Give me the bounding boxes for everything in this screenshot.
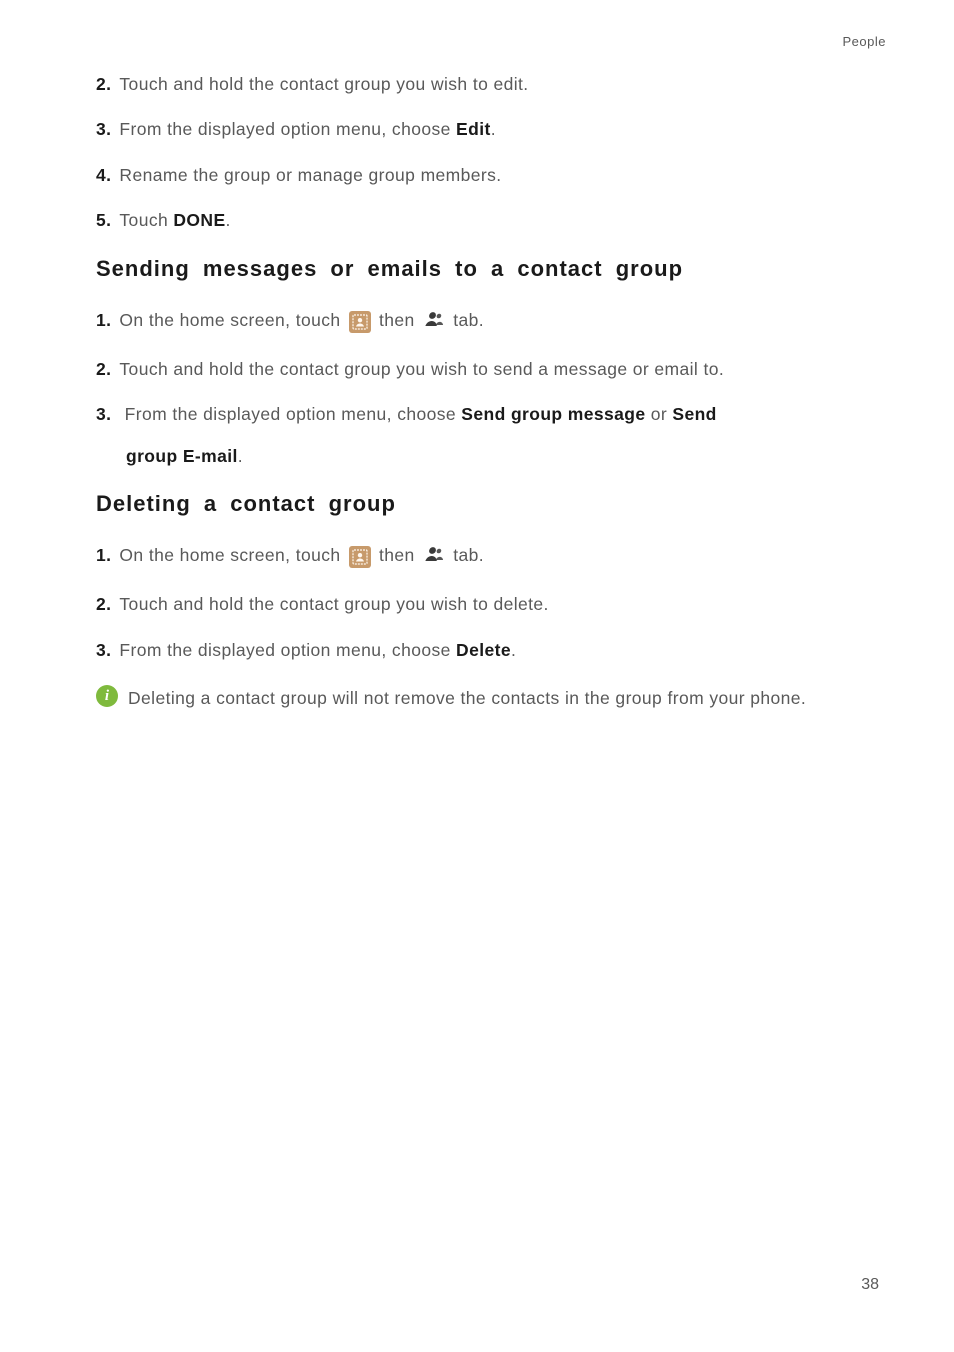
page-content: 2. Touch and hold the contact group you … — [96, 36, 875, 714]
step-number: 4. — [96, 163, 111, 188]
step-number: 2. — [96, 72, 111, 97]
step-mid: then — [379, 545, 420, 565]
step-text-line2: group E-mail. — [96, 444, 875, 469]
contact-group-icon — [421, 308, 447, 337]
step-number: 2. — [96, 592, 111, 617]
step-bold: Edit — [456, 119, 491, 139]
step-number: 1. — [96, 543, 111, 568]
step-number: 3. — [96, 404, 111, 424]
step-post: tab. — [453, 310, 484, 330]
step-post: . — [226, 210, 231, 230]
step-number: 5. — [96, 208, 111, 233]
step-bold: Delete — [456, 640, 511, 660]
list-item: 5. Touch DONE. — [96, 208, 875, 233]
step-post: tab. — [453, 545, 484, 565]
step-pre: Touch — [119, 210, 173, 230]
step-bold: Send group message — [461, 404, 645, 424]
list-item: 2. Touch and hold the contact group you … — [96, 357, 875, 382]
info-icon: i — [96, 685, 118, 707]
step-text: On the home screen, touch then tab. — [119, 308, 484, 337]
list-item: 3. From the displayed option menu, choos… — [96, 638, 875, 663]
section-heading: Sending messages or emails to a contact … — [96, 256, 875, 282]
step-post: . — [511, 640, 516, 660]
step-text: From the displayed option menu, choose D… — [119, 638, 516, 663]
step-bold: DONE — [173, 210, 225, 230]
list-item: 3. From the displayed option menu, choos… — [96, 117, 875, 142]
step-number: 3. — [96, 117, 111, 142]
step-pre: On the home screen, touch — [119, 545, 345, 565]
list-item: 2. Touch and hold the contact group you … — [96, 592, 875, 617]
list-item: 1. On the home screen, touch then tab. — [96, 308, 875, 337]
step-pre: From the displayed option menu, choose — [119, 119, 456, 139]
step-bold: group E-mail — [126, 446, 238, 466]
contacts-app-icon — [349, 311, 371, 333]
info-note: i Deleting a contact group will not remo… — [96, 683, 875, 714]
step-text: From the displayed option menu, choose S… — [125, 404, 717, 424]
page-number: 38 — [861, 1276, 879, 1294]
contact-group-icon — [421, 543, 447, 572]
step-number: 1. — [96, 308, 111, 333]
step-post: . — [238, 446, 243, 466]
step-pre: From the displayed option menu, choose — [119, 640, 456, 660]
section-heading: Deleting a contact group — [96, 491, 875, 517]
step-bold: Send — [672, 404, 716, 424]
step-text: On the home screen, touch then tab. — [119, 543, 484, 572]
step-text: Touch and hold the contact group you wis… — [119, 72, 528, 97]
step-post: . — [491, 119, 496, 139]
step-number: 2. — [96, 357, 111, 382]
step-pre: On the home screen, touch — [119, 310, 345, 330]
list-item: 1. On the home screen, touch then tab. — [96, 543, 875, 572]
step-text: Rename the group or manage group members… — [119, 163, 501, 188]
list-item: 4. Rename the group or manage group memb… — [96, 163, 875, 188]
step-pre: From the displayed option menu, choose — [125, 404, 462, 424]
step-number: 3. — [96, 638, 111, 663]
step-text: Touch and hold the contact group you wis… — [119, 592, 548, 617]
step-mid: then — [379, 310, 420, 330]
list-item: 3. From the displayed option menu, choos… — [96, 402, 875, 469]
header-section-label: People — [843, 34, 886, 49]
list-item: 2. Touch and hold the contact group you … — [96, 72, 875, 97]
step-text: Touch and hold the contact group you wis… — [119, 357, 724, 382]
contacts-app-icon — [349, 546, 371, 568]
page: People 2. Touch and hold the contact gro… — [0, 0, 954, 1352]
step-text: Touch DONE. — [119, 208, 230, 233]
note-text: Deleting a contact group will not remove… — [128, 683, 806, 714]
step-mid: or — [646, 404, 673, 424]
step-text: From the displayed option menu, choose E… — [119, 117, 496, 142]
